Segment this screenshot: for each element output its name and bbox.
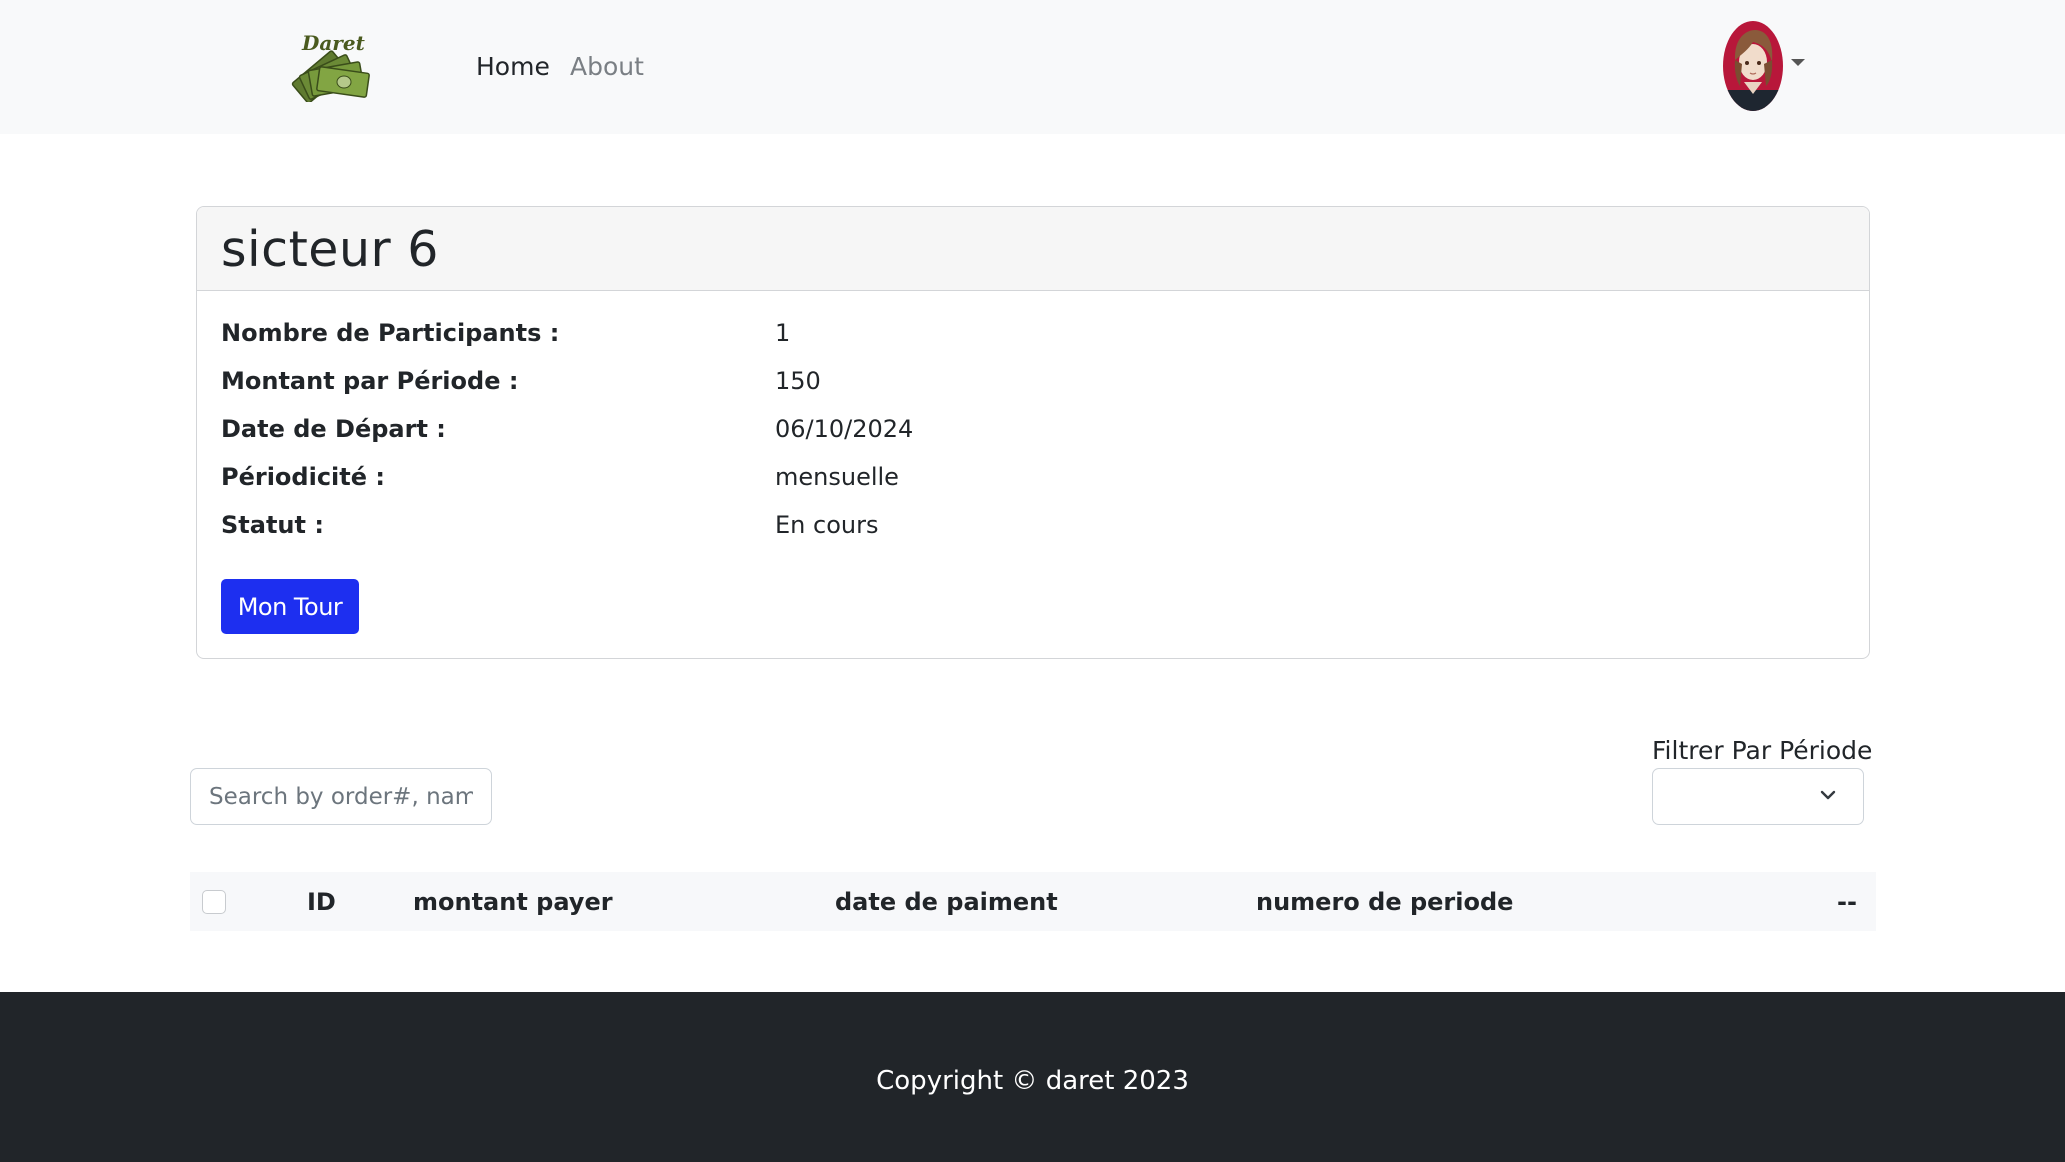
- search-input[interactable]: [190, 768, 492, 825]
- status-value: En cours: [775, 511, 879, 539]
- nav-link-about[interactable]: About: [570, 50, 644, 84]
- select-all-checkbox[interactable]: [202, 890, 226, 914]
- copyright-text: Copyright © daret 2023: [876, 1066, 1189, 1096]
- period-filter-select[interactable]: [1652, 768, 1864, 825]
- participants-value: 1: [775, 319, 791, 347]
- brand-logo[interactable]: Daret: [288, 30, 372, 104]
- period-filter-label: Filtrer Par Période: [1652, 736, 1873, 765]
- footer: Copyright © daret 2023: [0, 992, 2065, 1162]
- column-header-actions: --: [1837, 888, 1857, 916]
- chevron-down-icon: [1820, 790, 1836, 800]
- periodicity-value: mensuelle: [775, 463, 899, 491]
- brand-text: Daret: [301, 31, 366, 55]
- nav-link-home[interactable]: Home: [476, 50, 550, 84]
- amount-label: Montant par Période :: [221, 367, 519, 395]
- tontine-card: sicteur 6 Nombre de Participants : 1 Mon…: [196, 206, 1870, 659]
- user-avatar[interactable]: [1722, 20, 1784, 112]
- card-title: sicteur 6: [221, 221, 439, 278]
- navbar: Daret Home About: [0, 0, 2065, 134]
- start-date-label: Date de Départ :: [221, 415, 446, 443]
- payments-table-header: ID montant payer date de paiment numero …: [190, 872, 1876, 931]
- column-header-id[interactable]: ID: [307, 885, 336, 919]
- amount-value: 150: [775, 367, 821, 395]
- mon-tour-button[interactable]: Mon Tour: [221, 579, 359, 634]
- participants-label: Nombre de Participants :: [221, 319, 560, 347]
- start-date-value: 06/10/2024: [775, 415, 914, 443]
- user-menu-caret-icon[interactable]: [1791, 59, 1805, 66]
- periodicity-label: Périodicité :: [221, 463, 385, 491]
- column-header-period-number[interactable]: numero de periode: [1256, 885, 1513, 919]
- card-header: sicteur 6: [197, 207, 1869, 291]
- status-label: Statut :: [221, 511, 324, 539]
- column-header-payment-date[interactable]: date de paiment: [835, 885, 1058, 919]
- column-header-amount[interactable]: montant payer: [413, 885, 613, 919]
- money-stack-icon: [291, 50, 370, 104]
